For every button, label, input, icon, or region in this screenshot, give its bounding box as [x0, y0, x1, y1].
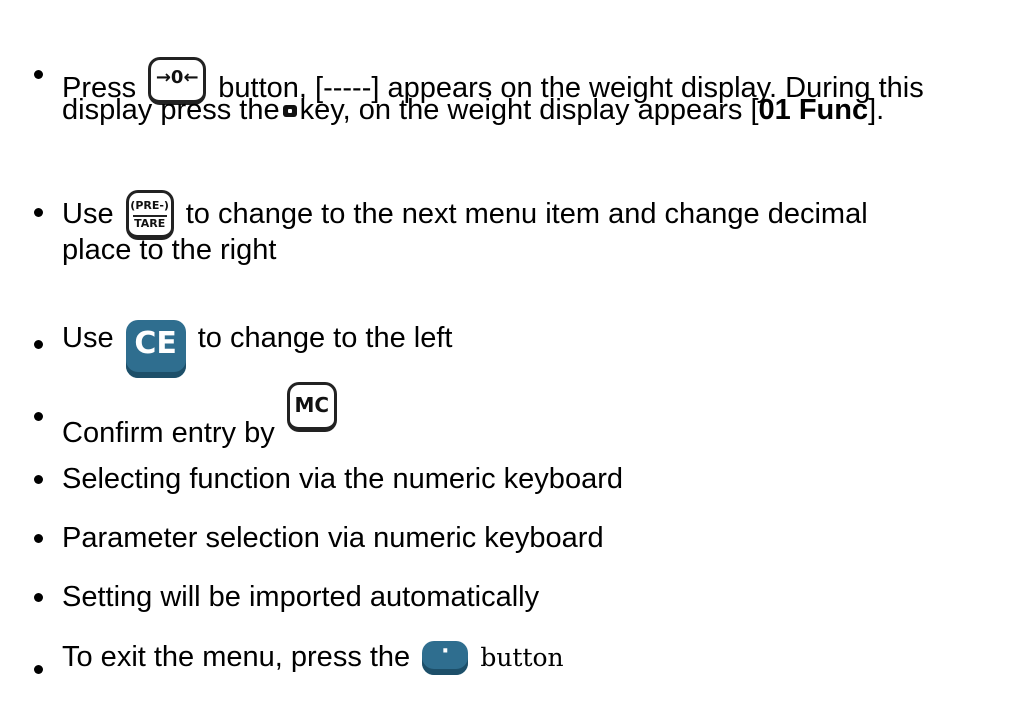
bullet	[34, 534, 43, 543]
item-8-post: button	[480, 643, 564, 672]
item-1-line2-bold: 01 Func	[758, 94, 869, 126]
item-2-post: to change to the next menu item and chan…	[185, 198, 868, 230]
item-2-pre: Use	[62, 198, 114, 230]
bullet	[34, 412, 43, 421]
item-4-pre: Confirm entry by	[62, 417, 275, 449]
item-1-line2-post: key, on the weight display appears [	[299, 94, 759, 126]
pre-tare-bottom-label: TARE	[132, 215, 167, 230]
dot-key-icon: ·	[422, 641, 469, 675]
mc-key-icon: MC	[286, 382, 337, 432]
ce-key-icon: CE	[125, 320, 186, 378]
pre-tare-top-label: (PRE-)	[130, 199, 169, 212]
item-1-line2-end: ].	[868, 94, 885, 126]
item-3-pre: Use	[62, 322, 114, 354]
bullet	[34, 340, 43, 349]
item-8-pre: To exit the menu, press the	[62, 641, 411, 673]
small-square-key-icon	[282, 105, 297, 118]
bullet	[34, 665, 43, 674]
item-3-post: to change to the left	[197, 322, 453, 354]
item-7-text: Setting will be imported automatically	[62, 581, 540, 613]
item-1-line2-pre: display press the	[62, 94, 280, 126]
bullet	[34, 70, 43, 79]
bullet	[34, 593, 43, 602]
item-2-line2: place to the right	[62, 234, 277, 266]
item-6-text: Parameter selection via numeric keyboard	[62, 522, 604, 554]
bullet	[34, 475, 43, 484]
bullet	[34, 208, 43, 217]
item-5-text: Selecting function via the numeric keybo…	[62, 463, 623, 495]
